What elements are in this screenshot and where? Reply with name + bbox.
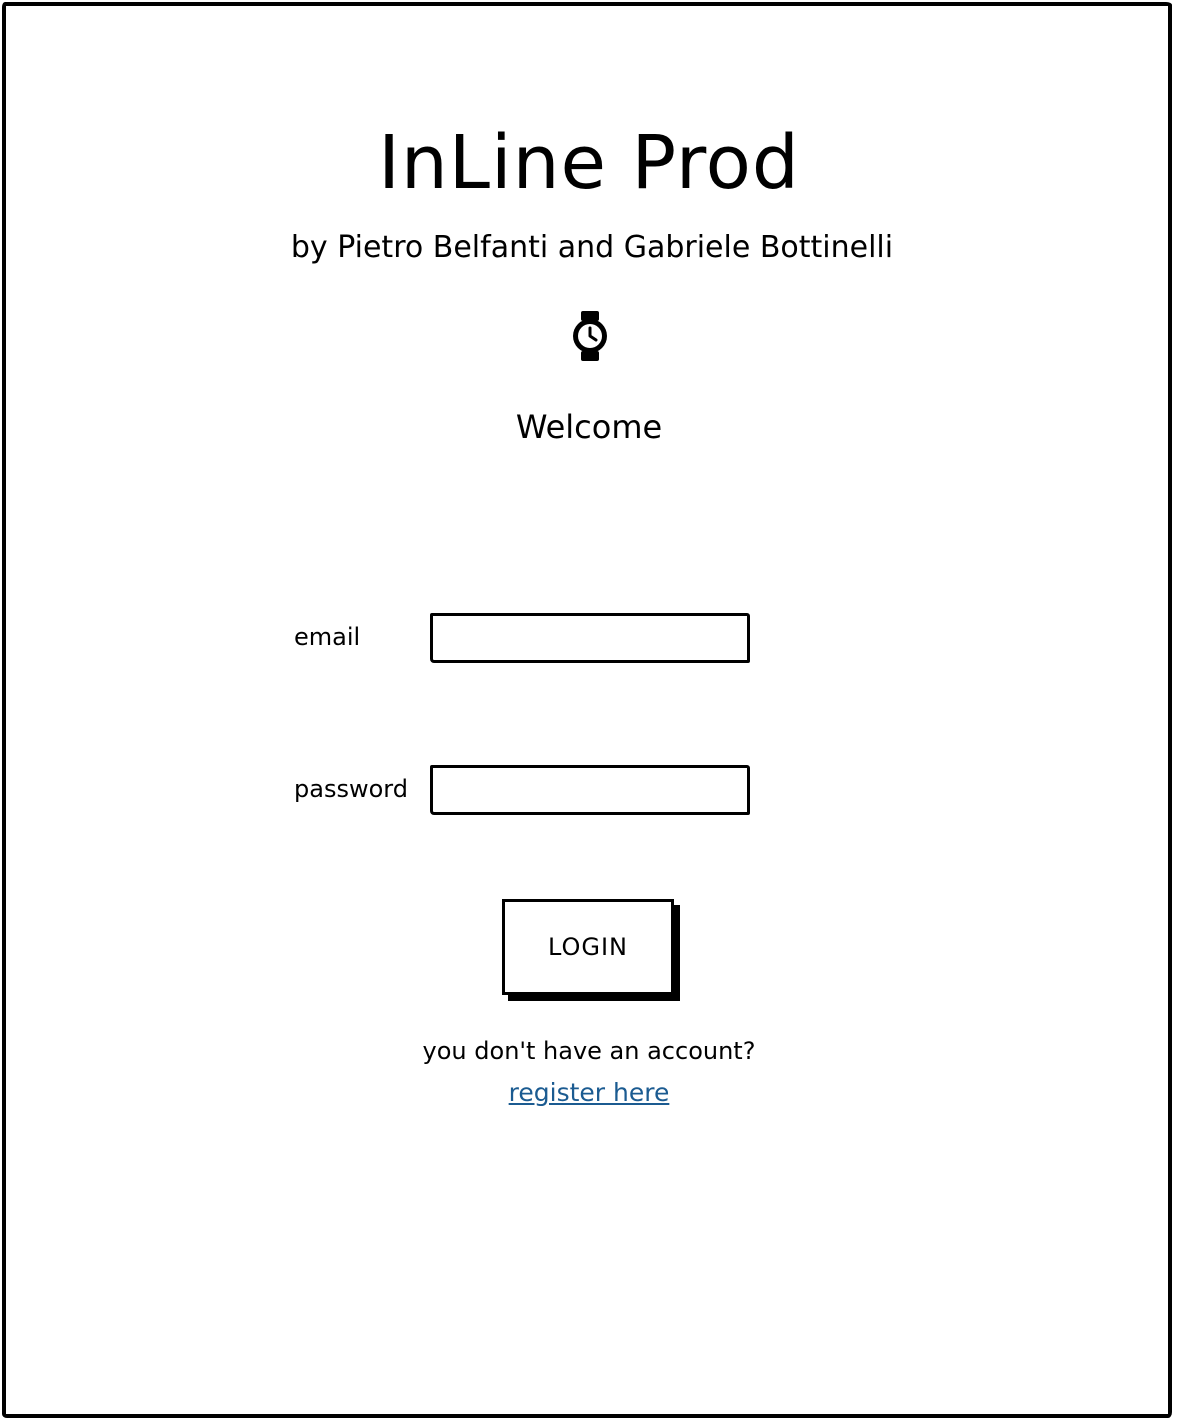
email-field[interactable] bbox=[430, 613, 750, 663]
welcome-heading: Welcome bbox=[515, 408, 663, 446]
app-title: InLine Prod bbox=[378, 120, 800, 206]
register-link[interactable]: register here bbox=[0, 1076, 1178, 1110]
app-subtitle: by Pietro Belfanti and Gabriele Bottinel… bbox=[290, 230, 894, 265]
login-button[interactable]: LOGIN bbox=[502, 899, 674, 995]
page-frame bbox=[2, 2, 1172, 1418]
email-label: email bbox=[294, 623, 361, 651]
password-label: password bbox=[294, 775, 408, 803]
password-field[interactable] bbox=[430, 765, 750, 815]
account-question: you don't have an account? bbox=[422, 1037, 756, 1065]
watch-icon bbox=[573, 311, 607, 361]
